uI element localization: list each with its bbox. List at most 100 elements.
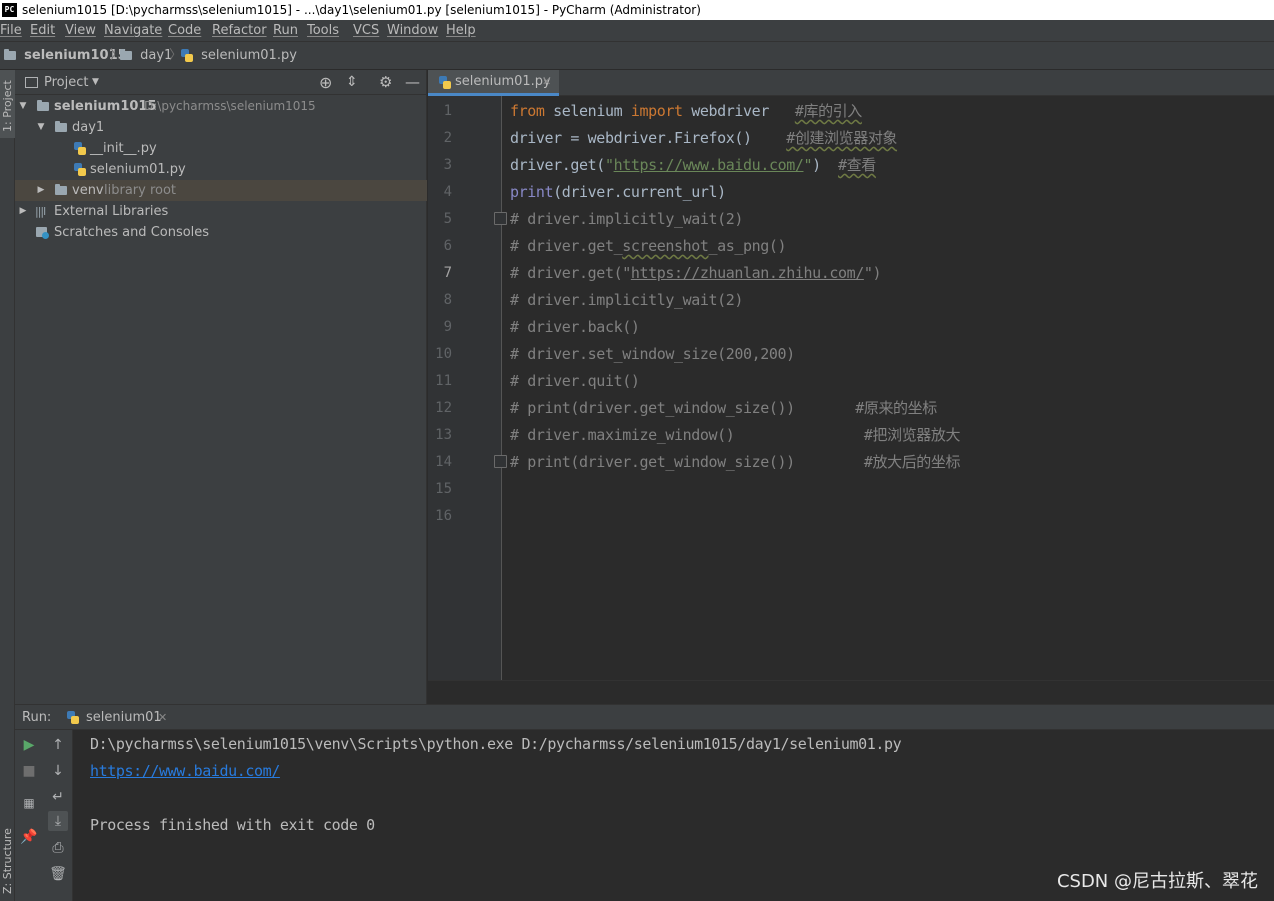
breadcrumb-folder[interactable]: day1 xyxy=(120,42,172,70)
code-line: # driver.set_window_size(200,200) xyxy=(510,341,795,368)
code-token: from xyxy=(510,102,545,120)
menu-vcs[interactable]: VCS xyxy=(353,20,379,42)
code-token: # driver.implicitly_wait(2) xyxy=(510,291,744,309)
python-file-icon xyxy=(439,76,451,89)
fold-marker-icon[interactable] xyxy=(494,455,507,468)
library-icon: |||l xyxy=(35,205,46,218)
code-line: # driver.quit() xyxy=(510,368,640,395)
tree-item-external-libraries[interactable]: ▶ |||l External Libraries xyxy=(15,201,427,222)
caret-right-icon[interactable]: ▶ xyxy=(17,201,29,222)
folder-icon xyxy=(55,121,67,132)
menu-view[interactable]: View xyxy=(65,20,96,42)
arrow-down-icon[interactable]: ↓ xyxy=(48,761,68,781)
tree-label-external: External Libraries xyxy=(54,204,169,219)
structure-tool-tab[interactable]: Z: Structure xyxy=(0,822,15,900)
scroll-to-end-icon[interactable]: ⤓ xyxy=(48,811,68,831)
code-token: # print(driver.get_window_size()) #放大后的坐… xyxy=(510,453,961,471)
line-number: 13 xyxy=(435,427,452,443)
project-panel: Project ▼ ⊕ ⇕ ⚙ — ▼ selenium1015 D:\pych… xyxy=(15,70,427,704)
layout-icon[interactable]: ▦ xyxy=(19,793,39,813)
code-token: # driver.implicitly_wait(2) xyxy=(510,210,744,228)
editor-tab-bar: selenium01.py ✕ xyxy=(428,70,1274,96)
print-icon[interactable]: ⎙ xyxy=(48,838,68,858)
console-output-link[interactable]: https://www.baidu.com/ xyxy=(90,758,280,785)
tree-root-path: D:\pycharmss\selenium1015 xyxy=(144,99,316,113)
tree-item-scratches[interactable]: Scratches and Consoles xyxy=(15,222,427,243)
code-token: https://www.baidu.com/ xyxy=(613,156,804,174)
gear-icon[interactable]: ⚙ xyxy=(379,70,392,95)
caret-down-icon[interactable]: ▼ xyxy=(92,70,99,95)
tree-item-day1[interactable]: ▼ day1 xyxy=(15,117,427,138)
tree-item-init-file[interactable]: __init__.py xyxy=(15,138,427,159)
code-line: # driver.maximize_window() #把浏览器放大 xyxy=(510,422,960,449)
trash-icon[interactable]: 🗑 xyxy=(48,864,68,884)
close-icon[interactable]: ✕ xyxy=(158,705,167,731)
code-line: driver = webdriver.Firefox() #创建浏览器对象 xyxy=(510,125,897,152)
menu-run[interactable]: Run xyxy=(273,20,298,42)
pin-icon[interactable]: 📌 xyxy=(19,827,39,847)
menu-window[interactable]: Window xyxy=(387,20,438,42)
tree-label-init: __init__.py xyxy=(90,141,157,156)
breadcrumb-project[interactable]: selenium1015 xyxy=(4,42,127,70)
folder-icon xyxy=(37,100,49,111)
close-icon[interactable]: ✕ xyxy=(542,70,551,94)
caret-down-icon[interactable]: ▼ xyxy=(35,117,47,138)
menu-code[interactable]: Code xyxy=(168,20,201,42)
project-panel-header: Project ▼ ⊕ ⇕ ⚙ — xyxy=(15,70,427,95)
fold-marker-icon[interactable] xyxy=(494,212,507,225)
code-token: import xyxy=(630,102,683,120)
caret-down-icon[interactable]: ▼ xyxy=(17,96,29,117)
soft-wrap-icon[interactable]: ↵ xyxy=(48,787,68,807)
code-token: driver.get( xyxy=(510,156,605,174)
run-tab-selenium01[interactable]: selenium01 ✕ xyxy=(61,705,173,731)
code-line: # driver.get("https://zhuanlan.zhihu.com… xyxy=(510,260,882,287)
code-token: # print(driver.get_window_size()) #原来的坐标 xyxy=(510,399,937,417)
run-toolbar: ▶ ↑ ■ ↓ ▦ ↵ ⤓ 📌 ⎙ 🗑 xyxy=(15,730,73,901)
code-line: print(driver.current_url) xyxy=(510,179,726,206)
tree-label-venv: venv xyxy=(72,183,104,198)
tree-item-project-root[interactable]: ▼ selenium1015 D:\pycharmss\selenium1015 xyxy=(15,96,427,117)
code-token: print xyxy=(510,183,554,201)
stop-icon[interactable]: ■ xyxy=(19,761,39,781)
code-token: driver = webdriver.Firefox() xyxy=(510,129,787,147)
caret-right-icon[interactable]: ▶ xyxy=(35,180,47,201)
code-token: _as_png() xyxy=(708,237,787,255)
tree-item-selenium01[interactable]: selenium01.py xyxy=(15,159,427,180)
code-token: screenshot xyxy=(622,237,709,255)
breadcrumb: selenium1015 〉 day1 〉 selenium01.py xyxy=(0,42,1274,70)
arrow-up-icon[interactable]: ↑ xyxy=(48,735,68,755)
menu-navigate[interactable]: Navigate xyxy=(104,20,162,42)
code-line: # driver.get_screenshot_as_png() xyxy=(510,233,787,260)
python-icon xyxy=(67,711,79,724)
line-number: 3 xyxy=(443,157,452,173)
code-token: https://zhuanlan.zhihu.com/ xyxy=(630,264,864,282)
line-number: 1 xyxy=(443,103,452,119)
minimize-icon[interactable]: — xyxy=(405,70,420,95)
project-tool-tab-label: 1: Project xyxy=(1,80,14,132)
menu-refactor[interactable]: Refactor xyxy=(212,20,267,42)
rerun-icon[interactable]: ▶ xyxy=(19,735,39,755)
code-token: ) xyxy=(812,156,839,174)
locate-icon[interactable]: ⊕ xyxy=(319,70,332,95)
tree-item-venv[interactable]: ▶ venv library root xyxy=(15,180,427,201)
window-title: selenium1015 [D:\pycharmss\selenium1015]… xyxy=(22,3,701,17)
menu-tools[interactable]: Tools xyxy=(307,20,339,42)
line-number: 4 xyxy=(443,184,452,200)
code-token: #查看 xyxy=(838,156,876,174)
code-line: # print(driver.get_window_size()) #放大后的坐… xyxy=(510,449,960,476)
menu-file[interactable]: File xyxy=(0,20,22,42)
tab-selenium01[interactable]: selenium01.py ✕ xyxy=(428,70,559,96)
run-label: Run: xyxy=(22,710,52,725)
code-line: # driver.implicitly_wait(2) xyxy=(510,206,743,233)
editor-horizontal-scroll[interactable] xyxy=(428,680,1274,704)
collapse-all-icon[interactable]: ⇕ xyxy=(346,70,358,95)
folder-icon xyxy=(120,49,132,60)
project-view-selector[interactable]: Project xyxy=(44,70,88,95)
project-view-icon xyxy=(25,77,38,88)
line-number: 10 xyxy=(435,346,452,362)
menu-edit[interactable]: Edit xyxy=(30,20,55,42)
python-file-icon xyxy=(74,142,86,155)
code-token: # driver.maximize_window() #把浏览器放大 xyxy=(510,426,961,444)
menu-help[interactable]: Help xyxy=(446,20,476,42)
breadcrumb-file[interactable]: selenium01.py xyxy=(181,42,297,70)
